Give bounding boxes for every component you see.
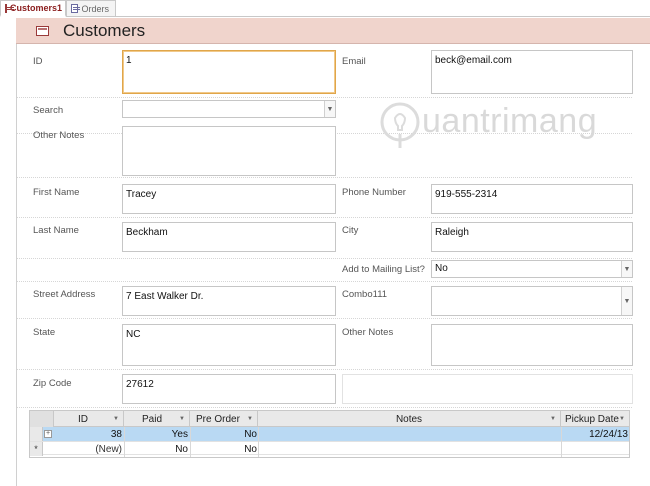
divider xyxy=(258,427,259,457)
cell-pre-order[interactable]: No xyxy=(190,427,258,441)
mailing-list-value: No xyxy=(435,263,448,274)
first-name-label: First Name xyxy=(33,187,80,198)
sort-arrow-icon[interactable]: ▼ xyxy=(113,416,119,422)
combo111-label: Combo111 xyxy=(342,289,388,300)
subform-header: ID ▼ Paid ▼ Pre Order ▼ Notes ▼ Pickup Date ▼ xyxy=(30,411,629,427)
cell-pickup-date[interactable]: 12/24/13 xyxy=(561,427,629,441)
divider xyxy=(124,427,125,457)
column-header-pickup-date[interactable]: Pickup Date ▼ xyxy=(561,411,629,427)
tab-orders[interactable]: Orders xyxy=(66,0,116,17)
table-row[interactable]: + 38 Yes No 12/24/13 xyxy=(30,427,629,441)
cell-paid[interactable]: No xyxy=(124,442,190,456)
id-field[interactable]: 1 xyxy=(122,50,336,94)
tab-label: Customers1 xyxy=(10,3,63,13)
divider xyxy=(17,258,632,259)
cell-pre-order[interactable]: No xyxy=(190,442,258,456)
phone-field[interactable]: 919-555-2314 xyxy=(431,184,633,214)
divider xyxy=(561,427,562,457)
sort-arrow-icon[interactable]: ▼ xyxy=(247,416,253,422)
other-notes-field[interactable] xyxy=(431,324,633,366)
divider xyxy=(17,97,632,98)
sort-arrow-icon[interactable]: ▼ xyxy=(619,416,625,422)
table-row-new[interactable]: * (New) No No xyxy=(30,441,629,456)
other-notes-label: Other Notes xyxy=(33,130,85,141)
orders-subform: ID ▼ Paid ▼ Pre Order ▼ Notes ▼ Pickup Date ▼… xyxy=(29,410,630,458)
divider xyxy=(17,407,632,408)
page-title: Customers xyxy=(63,21,146,40)
phone-label: Phone Number xyxy=(342,187,406,198)
chevron-down-icon[interactable]: ▼ xyxy=(621,261,632,277)
chevron-down-icon[interactable]: ▼ xyxy=(621,287,632,315)
cell-notes[interactable] xyxy=(258,442,561,456)
last-name-field[interactable]: Beckham xyxy=(122,222,336,252)
id-label: ID xyxy=(33,56,43,67)
other-notes-label: Other Notes xyxy=(342,327,394,338)
new-row-marker: * xyxy=(30,442,43,456)
column-header-id[interactable]: ID ▼ xyxy=(54,411,124,427)
divider xyxy=(17,318,632,319)
divider xyxy=(17,217,632,218)
email-label: Email xyxy=(342,56,366,67)
cell-notes[interactable] xyxy=(258,427,561,441)
last-name-label: Last Name xyxy=(33,225,79,236)
divider xyxy=(17,281,632,282)
search-label: Search xyxy=(33,105,64,116)
column-header-notes[interactable]: Notes ▼ xyxy=(258,411,561,427)
divider xyxy=(190,427,191,457)
street-address-label: Street Address xyxy=(33,289,96,300)
column-label: Paid xyxy=(142,413,163,425)
divider xyxy=(17,369,632,370)
tab-customers1[interactable]: Customers1 xyxy=(0,0,66,17)
form-icon xyxy=(5,3,14,13)
sort-arrow-icon[interactable]: ▼ xyxy=(550,416,556,422)
select-all-cell[interactable] xyxy=(30,411,54,427)
form-header: Customers xyxy=(16,18,650,44)
table-icon xyxy=(71,4,81,13)
email-field[interactable]: beck@email.com xyxy=(431,50,633,94)
mailing-list-combo[interactable]: No ▼ xyxy=(431,260,633,278)
divider xyxy=(17,177,632,178)
cell-pickup-date[interactable] xyxy=(561,442,629,456)
cell-paid[interactable]: Yes xyxy=(124,427,190,441)
sort-arrow-icon[interactable]: ▼ xyxy=(179,416,185,422)
zip-code-label: Zip Code xyxy=(33,378,72,389)
chevron-down-icon[interactable]: ▼ xyxy=(324,101,335,117)
row-selector[interactable] xyxy=(30,427,43,441)
street-address-field[interactable]: 7 East Walker Dr. xyxy=(122,286,336,316)
column-label: ID xyxy=(78,413,88,425)
column-label: Pre Order xyxy=(196,413,240,425)
search-combo[interactable]: ▼ xyxy=(122,100,336,118)
cell-id[interactable]: (New) xyxy=(54,442,122,456)
city-field[interactable]: Raleigh xyxy=(431,222,633,252)
tab-label: Orders xyxy=(81,3,109,14)
first-name-field[interactable]: Tracey xyxy=(122,184,336,214)
mailing-list-label: Add to Mailing List? xyxy=(342,264,425,275)
cell-id[interactable]: 38 xyxy=(54,427,122,441)
document-tab-bar: Customers1 Orders xyxy=(0,0,650,17)
column-header-paid[interactable]: Paid ▼ xyxy=(124,411,190,427)
column-label: Notes xyxy=(395,413,423,425)
form-icon xyxy=(36,26,49,36)
other-notes-field[interactable] xyxy=(122,126,336,176)
combo111-combo[interactable]: ▼ xyxy=(431,286,633,316)
empty-placeholder-box xyxy=(342,374,633,404)
city-label: City xyxy=(342,225,359,236)
state-label: State xyxy=(33,327,56,338)
state-field[interactable]: NC xyxy=(122,324,336,366)
column-label: Pickup Date xyxy=(565,413,619,425)
column-header-pre-order[interactable]: Pre Order ▼ xyxy=(190,411,258,427)
zip-code-field[interactable]: 27612 xyxy=(122,374,336,404)
expand-icon[interactable]: + xyxy=(44,430,52,438)
